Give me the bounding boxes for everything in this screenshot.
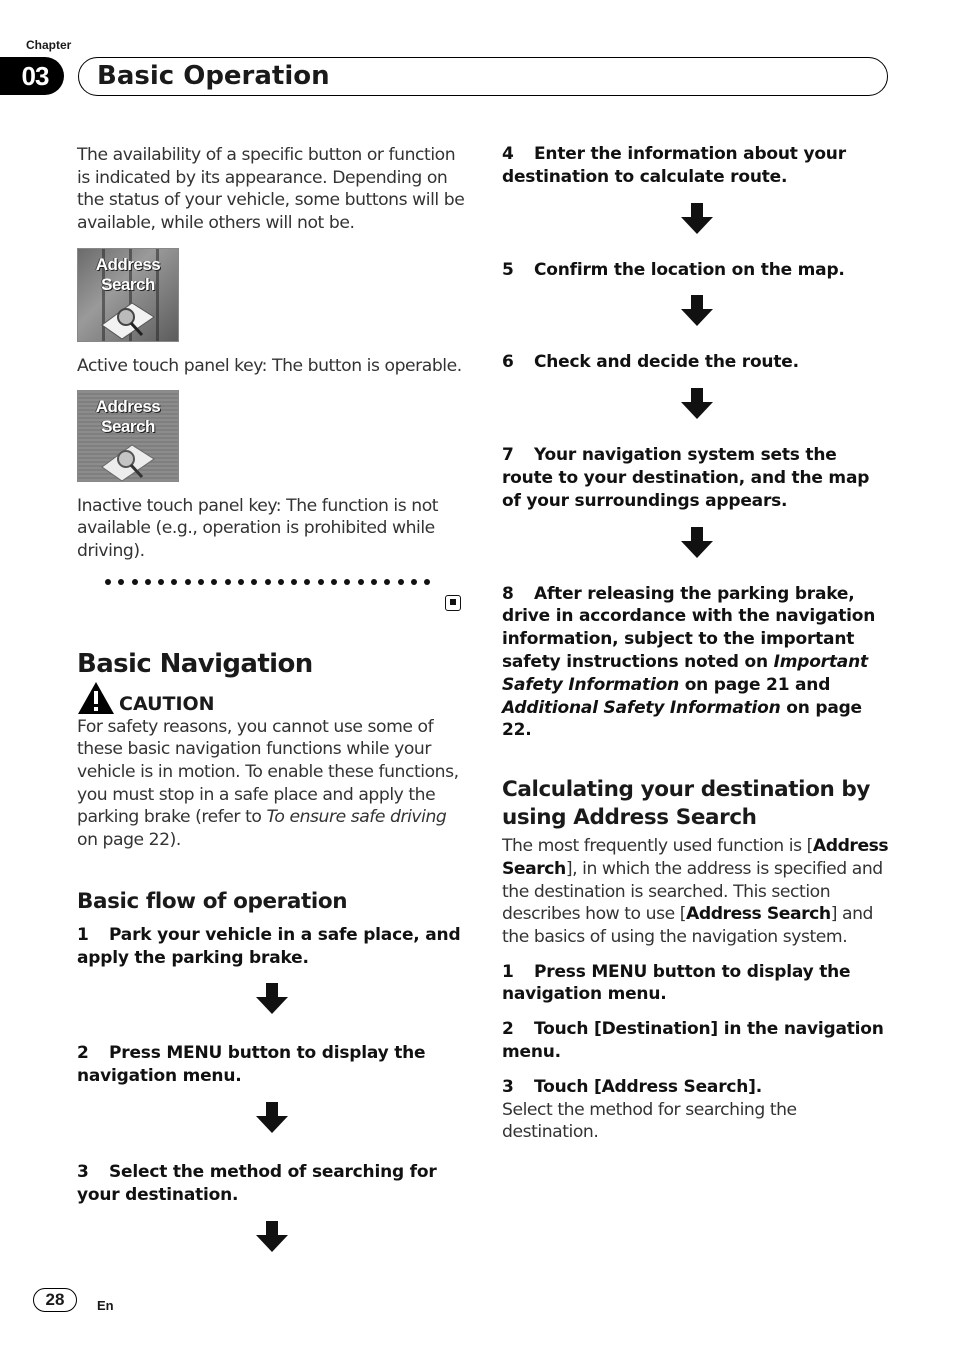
step-number: 4 [502,144,514,164]
chapter-number: 03 [0,57,64,95]
section-title-address-search: Calculating your destination by using Ad… [502,777,871,831]
button-label: Address Search [78,397,178,437]
step-text: Touch [Address Search]. [534,1076,762,1097]
step-number: 2 [502,1019,514,1040]
down-arrow-icon [256,983,288,1015]
step-number: 7 [502,445,514,466]
step-text: Check and decide the route. [534,352,799,373]
step-text: Enter the information about your destina… [502,144,846,187]
right-column: 4 Enter the information about your destin… [502,142,892,1144]
subsection-title-basic-flow: Basic flow of operation [77,888,348,914]
button-label-line1: Address [95,396,161,416]
left-column: The availability of a specific button or… [77,142,467,1253]
intro-paragraph: The availability of a specific button or… [77,145,465,234]
down-arrow-icon [256,1220,288,1252]
flow-step-5: 5 Confirm the location on the map. [502,259,892,282]
button-label-line1: Address [95,254,161,274]
warning-triangle-icon [78,681,114,714]
flow-step-8: 8 After releasing the parking brake, driv… [502,583,892,743]
page-number: 28 [33,1288,77,1312]
step-text: on page 21 and [678,674,831,695]
down-arrow-icon [681,202,713,234]
button-label-line2: Search [101,416,155,436]
caution-text: For safety reasons, you cannot use some … [77,716,467,852]
search-step-3-note: Select the method for searching the dest… [502,1099,797,1143]
search-step-1: 1 Press MENU button to display the naviga… [502,961,892,1007]
caution-reference-link: To ensure safe driving [266,807,447,828]
map-magnifier-icon [101,302,155,340]
step-text: Confirm the location on the map. [534,259,845,280]
down-arrow-icon [681,295,713,327]
step-number: 3 [77,1162,89,1183]
step-number: 1 [502,961,514,982]
step-text: Park your vehicle in a safe place, and a… [77,924,461,968]
step-number: 2 [77,1043,89,1064]
flow-step-3: 3 Select the method of searching for your… [77,1161,467,1207]
step-number: 8 [502,583,514,604]
caution-text-part2: on page 22). [77,830,181,851]
end-mark-icon [445,594,461,611]
step-number: 3 [502,1076,514,1097]
down-arrow-icon [681,388,713,420]
flow-step-2: 2 Press MENU button to display the naviga… [77,1042,467,1088]
down-arrow-icon [256,1102,288,1134]
section-title-basic-navigation: Basic Navigation [77,648,313,679]
button-label-line2: Search [101,274,155,294]
chapter-title: Basic Operation [97,61,330,91]
search-step-2: 2 Touch [Destination] in the navigation m… [502,1018,892,1064]
address-search-description: The most frequently used function is [ Ad… [502,835,892,949]
search-step-3: 3 Touch [Address Search]. [502,1076,892,1099]
step-text: Select the method of searching for your … [77,1162,437,1205]
step-text: Press MENU button to display the navigat… [502,961,851,1005]
flow-step-7: 7 Your navigation system sets the route t… [502,444,892,512]
down-arrow-icon [681,526,713,558]
flow-step-4: 4 Enter the information about your destin… [502,143,892,189]
flow-step-6: 6 Check and decide the route. [502,351,892,374]
language-label: En [97,1298,114,1313]
step-number: 5 [502,259,514,280]
flow-step-1: 1 Park your vehicle in a safe place, and … [77,924,467,970]
step-text: Press MENU button to display the navigat… [77,1043,426,1087]
step-text: Your navigation system sets the route to… [502,445,870,511]
step-number: 6 [502,352,514,373]
button-label: Address Search [78,255,178,295]
address-search-keyword: Address Search [685,904,831,925]
step-number: 1 [77,924,89,945]
inactive-address-search-button-image: Address Search [77,389,179,482]
step-text: Touch [Destination] in the navigation me… [502,1019,884,1063]
map-magnifier-icon [101,443,155,481]
section-divider-dots [77,578,467,585]
caution-heading: CAUTION [77,681,467,715]
active-address-search-button-image: Address Search [77,247,179,342]
active-key-caption: Active touch panel key: The button is op… [77,355,462,376]
chapter-label: Chapter [26,38,72,52]
additional-safety-reference: Additional Safety Information [502,697,781,718]
caution-label: CAUTION [119,692,215,715]
inactive-key-caption: Inactive touch panel key: The function i… [77,495,439,561]
desc-part1: The most frequently used function is [ [502,836,813,857]
